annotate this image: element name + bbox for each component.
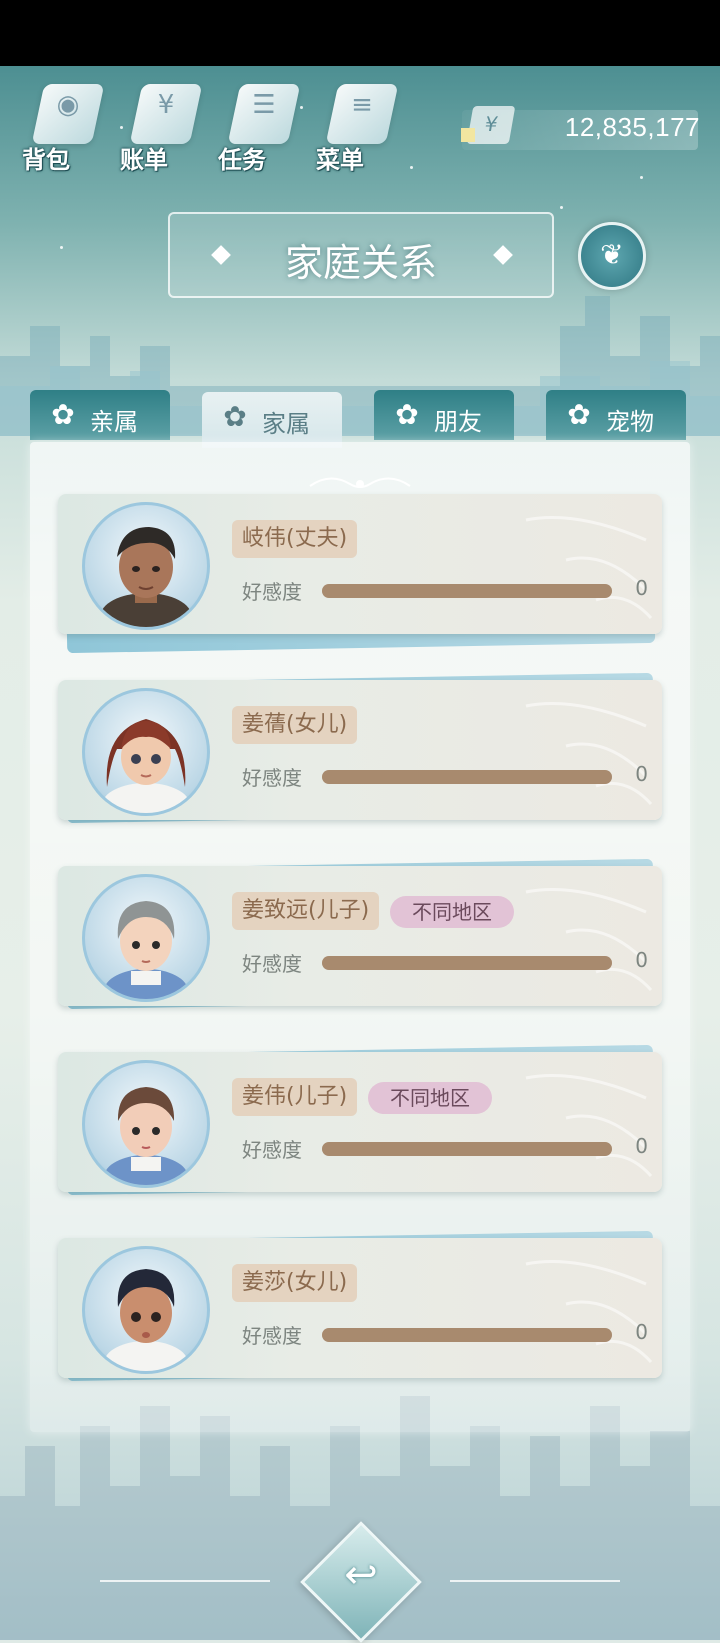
avatar bbox=[82, 1246, 210, 1374]
flower-icon: ✿ bbox=[567, 398, 591, 431]
tab-friends-label: 朋友 bbox=[434, 408, 482, 436]
region-badge: 不同地区 bbox=[390, 896, 514, 928]
family-tree-button[interactable]: ❦ bbox=[578, 222, 646, 290]
affection-fill bbox=[322, 584, 612, 598]
affection-value: 0 bbox=[635, 762, 648, 786]
affection-fill bbox=[322, 956, 612, 970]
sparkle bbox=[640, 176, 643, 179]
currency-amount: 12,835,177 bbox=[564, 112, 700, 142]
task-glyph: ☰ bbox=[252, 90, 276, 120]
affection-fill bbox=[322, 1328, 612, 1342]
affection-value: 0 bbox=[635, 1320, 648, 1344]
affection-fill bbox=[322, 1142, 612, 1156]
bill-glyph: ¥ bbox=[157, 90, 175, 120]
member-name: 姜伟(儿子) bbox=[232, 1078, 358, 1116]
leaf-decoration bbox=[525, 888, 653, 991]
sparkle bbox=[410, 166, 413, 169]
title-panel: 家庭关系 bbox=[168, 212, 554, 298]
menu-task-label: 任务 bbox=[218, 146, 266, 174]
tab-pets-label: 宠物 bbox=[606, 408, 654, 436]
affection-bar bbox=[322, 770, 612, 784]
avatar bbox=[82, 688, 210, 816]
leaf-decoration bbox=[525, 1260, 653, 1363]
page-title: 家庭关系 bbox=[284, 241, 437, 285]
member-card-body[interactable]: 姜蒨(女儿) 好感度 0 bbox=[58, 680, 662, 820]
affection-label: 好感度 bbox=[242, 952, 302, 976]
member-card-body[interactable]: 姜致远(儿子) 不同地区 好感度 0 bbox=[58, 866, 662, 1006]
affection-bar bbox=[322, 956, 612, 970]
affection-label: 好感度 bbox=[242, 766, 302, 790]
affection-value: 0 bbox=[635, 948, 648, 972]
affection-bar bbox=[322, 1142, 612, 1156]
bag-glyph: ◉ bbox=[56, 90, 80, 120]
leaf-decoration bbox=[525, 516, 653, 619]
menu-glyph: ≡ bbox=[351, 90, 373, 120]
affection-label: 好感度 bbox=[242, 1138, 302, 1162]
member-name: 姜蒨(女儿) bbox=[232, 706, 358, 744]
member-name: 姜莎(女儿) bbox=[232, 1264, 358, 1302]
sparkle bbox=[560, 206, 563, 209]
affection-value: 0 bbox=[635, 1134, 648, 1158]
member-card-body[interactable]: 岐伟(丈夫) 好感度 0 bbox=[58, 494, 662, 634]
coin-icon bbox=[461, 128, 475, 142]
member-card-body[interactable]: 姜伟(儿子) 不同地区 好感度 0 bbox=[58, 1052, 662, 1192]
affection-bar bbox=[322, 1328, 612, 1342]
menu-bill-button[interactable]: ¥ 账单 bbox=[118, 76, 208, 176]
menu-bag-button[interactable]: ◉ 背包 bbox=[20, 76, 110, 176]
menu-menu-button[interactable]: ≡ 菜单 bbox=[314, 76, 404, 176]
tab-family[interactable]: ✿ 家属 bbox=[202, 392, 342, 448]
member-name: 岐伟(丈夫) bbox=[232, 520, 358, 558]
family-tree-icon: ❦ bbox=[600, 238, 624, 271]
status-bar bbox=[0, 0, 720, 66]
flower-icon: ✿ bbox=[395, 398, 419, 431]
member-card-body[interactable]: 姜莎(女儿) 好感度 0 bbox=[58, 1238, 662, 1378]
tab-family-label: 家属 bbox=[262, 410, 310, 438]
leaf-decoration bbox=[525, 702, 653, 805]
sparkle bbox=[60, 246, 63, 249]
affection-bar bbox=[322, 584, 612, 598]
affection-label: 好感度 bbox=[242, 580, 302, 604]
menu-task-button[interactable]: ☰ 任务 bbox=[216, 76, 306, 176]
tab-relatives-label: 亲属 bbox=[90, 408, 138, 436]
menu-menu-label: 菜单 bbox=[316, 146, 364, 174]
affection-label: 好感度 bbox=[242, 1324, 302, 1348]
divider-line bbox=[450, 1580, 620, 1582]
menu-bag-label: 背包 bbox=[22, 146, 70, 174]
back-arrow-icon[interactable]: ↩ bbox=[318, 1552, 404, 1598]
avatar bbox=[82, 1060, 210, 1188]
leaf-decoration bbox=[525, 1074, 653, 1177]
flower-icon: ✿ bbox=[223, 400, 247, 433]
region-badge: 不同地区 bbox=[368, 1082, 492, 1114]
tab-friends[interactable]: ✿ 朋友 bbox=[374, 390, 514, 440]
flower-icon: ✿ bbox=[51, 398, 75, 431]
member-name: 姜致远(儿子) bbox=[232, 892, 380, 930]
tab-pets[interactable]: ✿ 宠物 bbox=[546, 390, 686, 440]
avatar bbox=[82, 502, 210, 630]
affection-fill bbox=[322, 770, 612, 784]
menu-bill-label: 账单 bbox=[120, 146, 168, 174]
affection-value: 0 bbox=[635, 576, 648, 600]
divider-line bbox=[100, 1580, 270, 1582]
tab-relatives[interactable]: ✿ 亲属 bbox=[30, 390, 170, 440]
avatar bbox=[82, 874, 210, 1002]
